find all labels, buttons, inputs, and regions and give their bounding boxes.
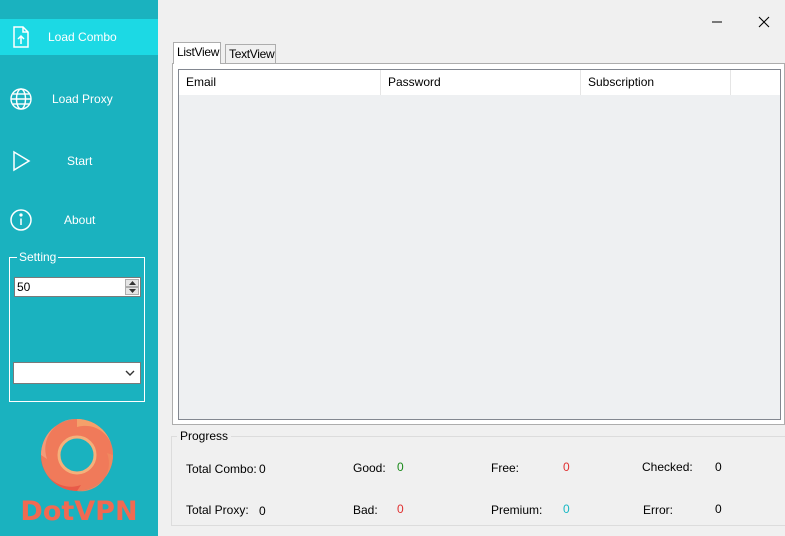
- column-header-extra[interactable]: [731, 70, 780, 95]
- play-icon: [9, 149, 33, 173]
- total-proxy-value: 0: [259, 504, 266, 518]
- start-label: Start: [67, 154, 93, 168]
- file-upload-icon: [9, 25, 33, 49]
- about-label: About: [64, 213, 96, 227]
- total-proxy-label: Total Proxy:: [186, 503, 249, 517]
- total-combo-value: 0: [259, 462, 266, 476]
- good-label: Good:: [353, 461, 386, 475]
- minimize-icon: [712, 21, 722, 23]
- settings-group: Setting 50: [9, 251, 145, 402]
- threads-value[interactable]: 50: [17, 280, 30, 294]
- column-header-password[interactable]: Password: [381, 70, 581, 95]
- total-combo-label: Total Combo:: [186, 462, 257, 476]
- progress-legend: Progress: [177, 430, 232, 443]
- caret-down-icon: [128, 289, 136, 293]
- tab-panel: Email Password Subscription: [172, 63, 785, 425]
- start-button[interactable]: Start: [0, 143, 158, 179]
- info-icon: [9, 208, 33, 232]
- bad-value: 0: [397, 502, 404, 516]
- column-header-subscription[interactable]: Subscription: [581, 70, 731, 95]
- settings-dropdown[interactable]: [13, 362, 141, 384]
- premium-label: Premium:: [491, 503, 543, 517]
- progress-group: Progress Total Combo: 0 Total Proxy: 0 G…: [171, 430, 785, 526]
- free-value: 0: [563, 460, 570, 474]
- stepper-up-button[interactable]: [125, 279, 139, 287]
- globe-icon: [9, 87, 33, 111]
- tab-listview[interactable]: ListView: [173, 42, 221, 64]
- results-list[interactable]: Email Password Subscription: [178, 69, 781, 420]
- minimize-button[interactable]: [705, 10, 729, 34]
- chevron-down-icon: [125, 370, 135, 376]
- about-button[interactable]: About: [0, 202, 158, 238]
- brand-name: DotVPN: [20, 496, 138, 527]
- error-label: Error:: [643, 503, 673, 517]
- close-button[interactable]: [752, 10, 776, 34]
- checked-value: 0: [715, 460, 722, 474]
- column-header-email[interactable]: Email: [179, 70, 381, 95]
- close-icon: [758, 16, 770, 28]
- caret-up-icon: [128, 281, 136, 285]
- sidebar: Load Combo Load Proxy Start About Settin…: [0, 0, 158, 536]
- load-proxy-button[interactable]: Load Proxy: [0, 81, 158, 117]
- checked-label: Checked:: [642, 460, 693, 474]
- list-header: Email Password Subscription: [179, 70, 780, 95]
- stepper-down-button[interactable]: [125, 287, 139, 295]
- load-combo-label: Load Combo: [48, 30, 117, 44]
- free-label: Free:: [491, 461, 520, 475]
- threads-stepper[interactable]: 50: [14, 277, 141, 297]
- stepper-buttons: [125, 279, 139, 295]
- settings-legend: Setting: [17, 250, 59, 264]
- error-value: 0: [715, 502, 722, 516]
- good-value: 0: [397, 460, 404, 474]
- load-proxy-label: Load Proxy: [52, 92, 113, 106]
- tab-textview[interactable]: TextView: [225, 44, 276, 64]
- dotvpn-logo-icon: [40, 418, 114, 492]
- premium-value: 0: [563, 502, 570, 516]
- bad-label: Bad:: [353, 503, 378, 517]
- load-combo-button[interactable]: Load Combo: [0, 19, 158, 55]
